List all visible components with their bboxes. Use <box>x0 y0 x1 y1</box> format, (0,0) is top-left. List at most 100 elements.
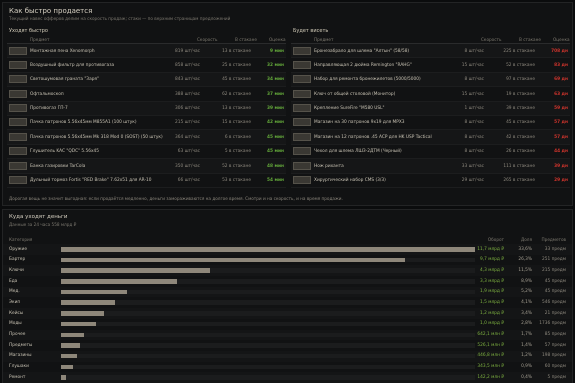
table-row[interactable]: Монтажная пена Xenomorph 819 шт/час 13 в с… <box>7 44 286 59</box>
category-turnover: 642,1 млн ₽ <box>477 332 504 338</box>
table-row[interactable]: Магазин на 30 патронов 9x19 для MPX3 8 шт… <box>291 116 570 131</box>
item-name: Пачка патронов 5.56x45мм M855A1 (100 шту… <box>30 120 137 126</box>
table-row[interactable]: Ключ от общей столовой (Монитор) 15 шт/ча… <box>291 87 570 102</box>
item-score: 57 дн <box>554 134 568 140</box>
category-row[interactable]: Кейсы 1,2 млрд ₽ 3,4% 21 предм <box>3 308 572 319</box>
table-header: Предмет Скорость В стакане Оценка <box>7 35 286 44</box>
category-count: 85 предм <box>544 332 566 338</box>
category-share: 2,8% <box>521 321 532 327</box>
table-row[interactable]: Магазин на 12 патронов .45 ACP для HK US… <box>291 130 570 145</box>
item-thumbnail <box>293 75 311 84</box>
item-thumbnail <box>9 132 27 141</box>
item-speed: 8 шт/час <box>464 149 484 155</box>
category-name: Бартер <box>9 257 26 263</box>
item-speed: 306 шт/час <box>175 106 200 112</box>
item-thumbnail <box>293 161 311 170</box>
item-thumbnail <box>293 132 311 141</box>
panel-subtitle: Данные за 24 часа 558 млрд ₽ <box>9 222 77 227</box>
table-row[interactable]: Глушитель KAC "QDC" 5.56x45 63 шт/час 5 в … <box>7 145 286 160</box>
category-name: Ремонт <box>9 374 26 380</box>
panel-subtitle: Текущий навес офферов делим на скорость … <box>9 16 231 21</box>
item-speed: 66 шт/час <box>177 178 200 184</box>
share-bar <box>61 332 84 337</box>
header-speed: Скорость <box>197 36 218 42</box>
category-row[interactable]: Магазины 446,8 млн ₽ 1,2% 198 предм <box>3 350 572 362</box>
category-row[interactable]: Моды 1,0 млрд ₽ 2,8% 1736 предм <box>3 319 572 330</box>
header-score: Оценка <box>553 36 570 42</box>
category-row[interactable]: Бартер 9,7 млрд ₽ 26,3% 251 предм <box>3 255 572 266</box>
item-score: 708 дн <box>551 48 568 54</box>
table-row[interactable]: Воздушный фильтр для противогаза 858 шт/ч… <box>7 58 286 73</box>
table-row[interactable]: Дульный тормоз Fortis "RED Brake" 7.62x5… <box>7 174 286 188</box>
item-name: Набор для ремонта бронежилетов (5000/500… <box>314 77 421 83</box>
share-bar-track <box>61 268 475 273</box>
table-row[interactable]: Светошумовая граната "Заря" 843 шт/час 45 … <box>7 72 286 88</box>
table-row[interactable]: Офтальмоскоп 388 шт/час 62 в стакане 37 мин <box>7 87 286 102</box>
table-row[interactable]: Набор для ремонта бронежилетов (5000/500… <box>291 72 570 88</box>
item-name: Магазин на 12 патронов .45 ACP для HK US… <box>314 134 432 140</box>
item-name: Воздушный фильтр для противогаза <box>30 62 115 68</box>
table-header: Предмет Скорость В стакане Оценка <box>291 35 570 44</box>
item-speed: 33 шт/час <box>461 163 484 169</box>
category-count: 33 предм <box>544 246 566 252</box>
category-row[interactable]: Экип 1,5 млрд ₽ 4,1% 546 предм <box>3 297 572 308</box>
table-row[interactable]: Банка газировки TarCola 350 шт/час 52 в ст… <box>7 159 286 174</box>
category-row[interactable]: Мед. 1,9 млрд ₽ 5,2% 45 предм <box>3 286 572 298</box>
share-bar <box>61 279 177 284</box>
table-row[interactable]: Чехол для шлема ЛШЗ-2ДТМ (Черный) 8 шт/ча… <box>291 145 570 160</box>
table-row[interactable]: Хирургический набор CMS (3/3) 29 шт/час 26… <box>291 174 570 188</box>
share-bar-track <box>61 247 475 252</box>
header-turnover: Оборот <box>487 237 504 242</box>
share-bar-track <box>61 364 475 370</box>
item-name: Противогаз ГП-7 <box>30 106 68 112</box>
header-score: Оценка <box>269 36 286 42</box>
item-thumbnail <box>293 147 311 156</box>
item-name: Направляющая 2 дюйма Remington "RAHG" <box>314 62 412 68</box>
fast-sellers-column: Уходят быстро Предмет Скорость В стакане… <box>7 27 286 188</box>
share-bar-track <box>61 289 475 295</box>
item-thumbnail <box>293 60 311 69</box>
item-thumbnail <box>9 89 27 98</box>
table-row[interactable]: Пачка патронов 5.56x45мм M855A1 (100 шту… <box>7 116 286 131</box>
item-speed: 350 шт/час <box>175 163 200 169</box>
category-row[interactable]: Ремонт 142,2 млн ₽ 0,4% 5 предм <box>3 372 572 383</box>
category-row[interactable]: Ключи 4,3 млрд ₽ 11,5% 215 предм <box>3 265 572 277</box>
table-row[interactable]: Направляющая 2 дюйма Remington "RAHG" 15 … <box>291 58 570 73</box>
item-stock: 13 в стакане <box>222 106 251 112</box>
table-row[interactable]: Пачка патронов 5.56x45мм Mk 318 Mod 0 (S… <box>7 130 286 145</box>
item-score: 32 мин <box>267 62 284 68</box>
table-row[interactable]: Бронезабрало для шлема "Алтын" (58/58) 8 … <box>291 44 570 59</box>
category-count: 57 предм <box>544 342 566 348</box>
share-bar <box>61 364 74 370</box>
item-name: Хирургический набор CMS (3/3) <box>314 178 386 184</box>
item-stock: 52 в стакане <box>222 163 251 169</box>
item-stock: 26 в стакане <box>506 149 535 155</box>
table-row[interactable]: Противогаз ГП-7 306 шт/час 13 в стакане 39 … <box>7 101 286 116</box>
item-name: Монтажная пена Xenomorph <box>30 48 95 54</box>
category-row[interactable]: Еда 3,3 млрд ₽ 8,9% 45 предм <box>3 276 572 287</box>
item-thumbnail <box>9 147 27 156</box>
item-score: 83 дн <box>554 62 568 68</box>
share-bar <box>61 321 97 327</box>
table-row[interactable]: Крепление SureFire "M580 USL" 1 шт/час 39 … <box>291 101 570 116</box>
item-score: 69 дн <box>554 77 568 83</box>
category-row[interactable]: Оружие 11,7 млрд ₽ 33,6% 33 предм <box>3 244 572 255</box>
item-name: Бронезабрало для шлема "Алтын" (58/58) <box>314 48 410 54</box>
category-share: 5,2% <box>521 289 532 295</box>
share-bar <box>61 268 211 273</box>
category-row[interactable]: Предметы 526,1 млн ₽ 1,4% 57 предм <box>3 340 572 351</box>
item-stock: 19 в стакане <box>506 91 535 97</box>
item-name: Пачка патронов 5.56x45мм Mk 318 Mod 0 (S… <box>30 134 163 140</box>
category-row[interactable]: Прочее 642,1 млн ₽ 1,7% 85 предм <box>3 329 572 341</box>
category-name: Прочее <box>9 332 26 338</box>
item-thumbnail <box>293 104 311 113</box>
item-stock: 97 в стакане <box>506 77 535 83</box>
category-row[interactable]: Глушаки 343,5 млн ₽ 0,9% 60 предм <box>3 362 572 373</box>
share-bar <box>61 289 128 295</box>
category-turnover: 446,8 млн ₽ <box>477 353 504 359</box>
share-bar <box>61 353 77 359</box>
item-name: Дульный тормоз Fortis "RED Brake" 7.62x5… <box>30 178 152 184</box>
table-row[interactable]: Нож риханта 33 шт/час 111 в стакане 39 дн <box>291 159 570 174</box>
item-speed: 215 шт/час <box>175 120 200 126</box>
share-bar <box>61 257 405 263</box>
